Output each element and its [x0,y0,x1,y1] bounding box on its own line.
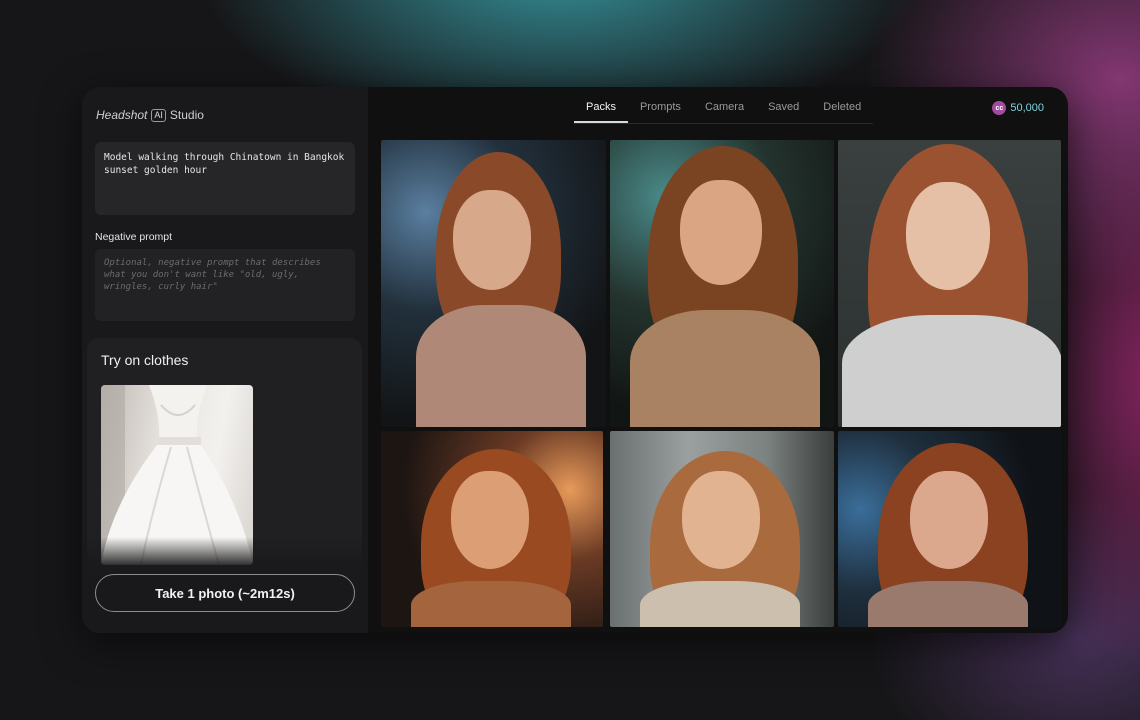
credits-icon: cc [992,101,1007,115]
tab-bar: Packs Prompts Camera Saved Deleted [574,97,874,124]
negative-prompt-input[interactable]: Optional, negative prompt that describes… [95,249,355,321]
photo-tile-2[interactable] [610,140,834,427]
brand-name-part2: Studio [169,108,204,122]
brand-name-part1: Headshot [96,108,148,122]
photo-tile-6[interactable] [838,431,1061,627]
tab-saved[interactable]: Saved [756,97,811,123]
tab-camera[interactable]: Camera [693,97,756,123]
tab-deleted[interactable]: Deleted [811,97,873,123]
app-window: Headshot AI Studio Model walking through… [82,87,1068,633]
brand-logo: Headshot AI Studio [96,106,204,124]
photo-tile-1[interactable] [381,140,606,427]
credits-value: 50,000 [1010,102,1044,114]
credits-display[interactable]: cc 50,000 [992,101,1044,115]
brand-ai-badge: AI [151,108,166,122]
photo-tile-3[interactable] [838,140,1061,427]
try-on-clothes-title: Try on clothes [101,352,189,368]
take-photo-button[interactable]: Take 1 photo (~2m12s) [95,574,355,612]
left-panel: Headshot AI Studio Model walking through… [82,87,368,633]
prompt-input[interactable]: Model walking through Chinatown in Bangk… [95,142,355,215]
photo-tile-4[interactable] [381,431,603,627]
negative-prompt-label: Negative prompt [95,231,173,243]
tab-packs[interactable]: Packs [574,97,628,123]
tab-prompts[interactable]: Prompts [628,97,693,123]
photo-tile-5[interactable] [610,431,834,627]
